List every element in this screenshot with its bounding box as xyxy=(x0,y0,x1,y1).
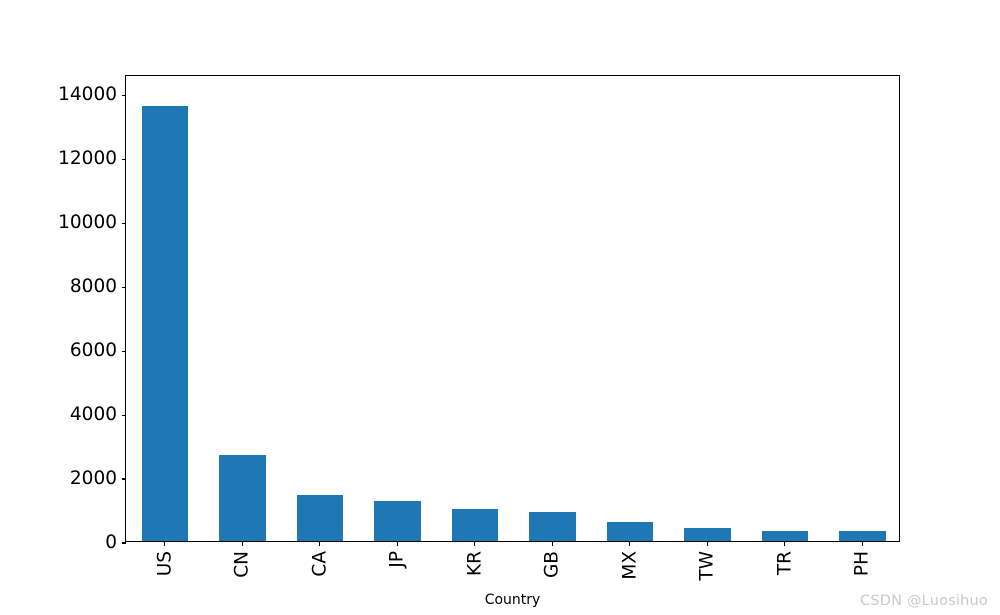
y-tick-mark xyxy=(121,158,126,160)
bar-series xyxy=(126,76,899,541)
y-tick-label: 14000 xyxy=(58,84,117,106)
y-tick-mark xyxy=(121,94,126,96)
x-axis-label: Country xyxy=(484,592,541,608)
y-tick-mark xyxy=(121,222,126,224)
y-tick-label: 0 xyxy=(105,532,117,553)
y-tick-label: 4000 xyxy=(69,404,117,426)
x-tick-label: KR xyxy=(464,551,486,576)
y-tick-label: 8000 xyxy=(69,276,117,298)
x-tick-label: PH xyxy=(851,551,873,577)
figure-canvas: 0 2000 4000 6000 8000 10000 12000 14000 US CN CA J… xyxy=(0,0,1000,615)
y-tick-label: 2000 xyxy=(69,468,117,490)
x-tick-label: TW xyxy=(696,551,718,581)
y-tick-mark xyxy=(121,478,126,480)
x-tick-label: TR xyxy=(774,551,796,576)
y-tick-label: 10000 xyxy=(58,212,117,234)
y-tick-mark xyxy=(121,414,126,416)
y-tick-mark xyxy=(121,542,126,544)
x-tick-label: US xyxy=(154,551,176,577)
watermark-text: CSDN @Luosihuo xyxy=(860,593,988,609)
bar-us xyxy=(141,106,188,541)
x-tick-label: MX xyxy=(619,551,641,580)
y-tick-mark xyxy=(121,286,126,288)
x-tick-label: CA xyxy=(309,551,331,577)
plot-area: 0 2000 4000 6000 8000 10000 12000 14000 US CN CA J… xyxy=(58,75,900,581)
x-tick-label: CN xyxy=(231,551,253,578)
x-tick-label: GB xyxy=(541,551,563,579)
y-tick-label: 12000 xyxy=(58,148,117,170)
y-tick-mark xyxy=(121,350,126,352)
x-tick-label: JP xyxy=(386,551,408,568)
y-tick-label: 6000 xyxy=(69,340,117,362)
